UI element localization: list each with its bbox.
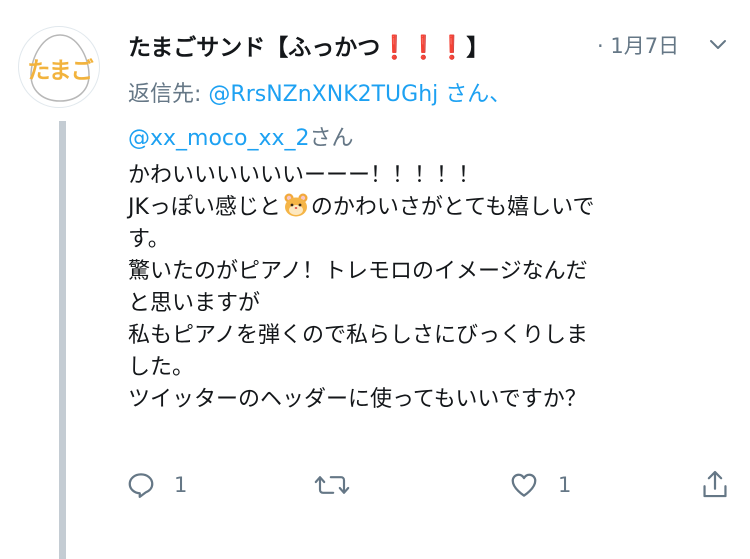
tweet-actions: 1 1 [126,468,736,504]
reply-to-line: 返信先: @RrsNZnXNK2TUGhj さん、 [128,76,511,108]
like-button[interactable]: 1 [508,468,571,502]
hamster-emoji [284,193,308,217]
reply-suffix-1: さん、 [438,82,512,107]
reply-to-line-2: @xx_moco_xx_2さん [128,120,354,152]
tweet-timestamp[interactable]: · 1月7日 [597,30,679,60]
body-line: す。 [128,227,170,252]
share-icon [703,470,727,498]
body-line: と思いますが [128,291,261,316]
tweet-header: たまごサンド【ふっかつ❗❗❗】 · 1月7日 [128,26,728,62]
reply-suffix-2: さん [309,126,354,151]
chevron-down-icon[interactable] [708,34,728,54]
reply-mention-2[interactable]: @xx_moco_xx_2 [128,126,310,151]
body-line: ツイッターのヘッダーに使ってもいいですか？ [128,387,587,412]
body-line: 私もピアノを弾くので私らしさにびっくりしま [128,323,589,348]
thread-line [59,121,66,559]
like-count: 1 [558,473,572,497]
retweet-button[interactable] [314,468,368,502]
avatar[interactable]: たまご [18,26,100,108]
body-line: かわいいいいいいーーー！！！！！ [128,163,481,188]
reply-mention-1[interactable]: @RrsNZnXNK2TUGhj [208,82,438,107]
display-name[interactable]: たまごサンド【ふっかつ❗❗❗】 [128,28,489,62]
body-line: した。 [128,355,195,380]
body-text: JKっぽい感じと [128,195,281,220]
reply-to-label: 返信先: [128,82,209,107]
avatar-label: たまご [27,58,93,84]
body-text: のかわいさがとても嬉しいで [310,195,595,220]
reply-button[interactable]: 1 [126,468,187,502]
share-button[interactable] [700,468,730,502]
reply-icon [128,473,154,498]
tweet-body: かわいいいいいいーーー！！！！！ JKっぽい感じと のかわいさがとても嬉しいで … [128,160,728,416]
body-line: 驚いたのがピアノ！トレモロのイメージなんだ [128,259,588,284]
body-line: JKっぽい感じと のかわいさがとても嬉しいで [128,192,728,224]
reply-count: 1 [174,473,188,497]
like-icon [511,473,537,497]
retweet-icon [314,476,350,494]
